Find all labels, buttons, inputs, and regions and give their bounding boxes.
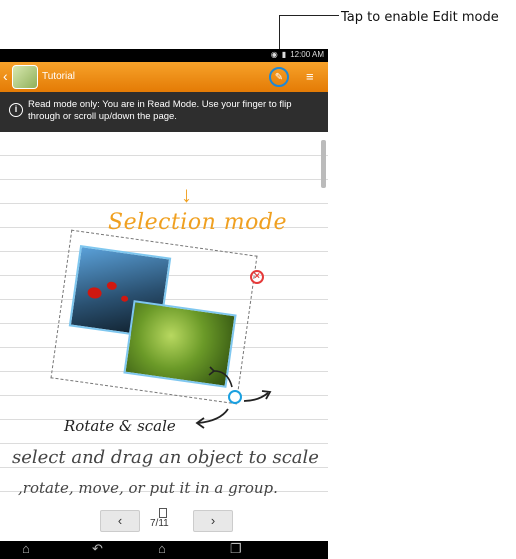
handwriting-line: ,rotate, move, or put it in a group. xyxy=(18,479,278,497)
callout-line xyxy=(279,15,339,16)
handwriting-line: select and drag an object to scale xyxy=(12,447,319,468)
rotate-scale-label: Rotate & scale xyxy=(64,417,176,435)
page-icon xyxy=(159,508,167,518)
page-navigator: ‹ 7/11 › xyxy=(0,502,328,542)
previous-page-button[interactable]: ‹ xyxy=(100,510,140,532)
page-number: 7/11 xyxy=(150,518,169,529)
home-icon[interactable]: ⌂ xyxy=(158,542,166,556)
next-page-button[interactable]: › xyxy=(193,510,233,532)
callout-label: Tap to enable Edit mode xyxy=(341,10,499,25)
recent-apps-icon[interactable]: ❐ xyxy=(230,542,242,556)
back-icon[interactable]: ↶ xyxy=(92,542,103,556)
system-nav-bar: ⌂ ↶ ⌂ ❐ xyxy=(0,541,328,559)
tablet-screen: ◉ ▮ 12:00 AM ‹ Tutorial ✎ ≡ i Read mode … xyxy=(0,49,328,559)
collapse-icon[interactable]: ⌂ xyxy=(22,542,30,556)
